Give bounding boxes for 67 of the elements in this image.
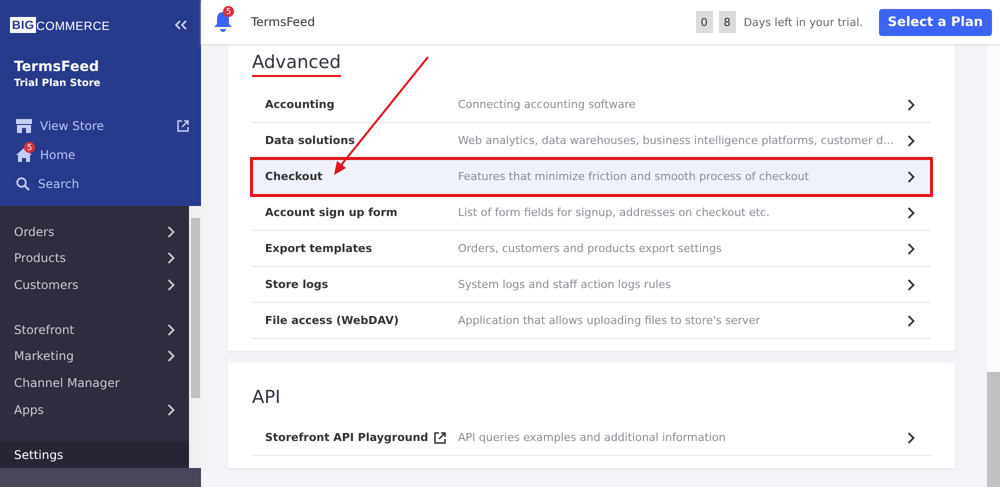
row-description: Features that minimize friction and smooth process of checkout	[458, 170, 810, 183]
settings-row[interactable]: Store logs System logs and staff action logs rules	[252, 267, 931, 303]
bell-icon[interactable]	[213, 10, 233, 32]
row-description: Orders, customers and products export settings	[458, 242, 723, 255]
row-label: Storefront API Playground	[265, 431, 428, 444]
notification-badge: 5	[223, 6, 234, 17]
row-label: Export templates	[265, 242, 372, 255]
sidebar-item[interactable]: Settings	[0, 441, 189, 468]
chevron-icon	[907, 314, 915, 326]
trial-counter-digit: 0	[696, 11, 713, 33]
row-label: Data solutions	[265, 134, 355, 147]
chevron-icon	[907, 206, 915, 218]
chevron-icon	[907, 98, 915, 110]
row-label: File access (WebDAV)	[265, 314, 399, 327]
settings-row[interactable]: Export templates Orders, customers and products export settings	[252, 231, 931, 267]
chevron-icon	[907, 170, 915, 182]
row-label: Account sign up form	[265, 206, 398, 219]
external-link-icon[interactable]	[434, 432, 446, 444]
sidebar-item[interactable]: Channel Manager	[0, 370, 189, 396]
sidebar-link[interactable]: Home	[40, 148, 189, 162]
sidebar-item[interactable]: Marketing	[0, 343, 189, 370]
trial-text: Days left in your trial.	[744, 16, 863, 28]
row-description: Connecting accounting software	[458, 98, 637, 111]
select-plan-button[interactable]: Select a Plan	[878, 8, 992, 36]
collapse-icon[interactable]	[175, 20, 187, 30]
sidebar-item[interactable]: Products	[0, 245, 189, 272]
row-description: Web analytics, data warehouses, business intelligence platforms, customer d...	[458, 134, 895, 147]
row-label: Store logs	[265, 278, 328, 291]
settings-row[interactable]: File access (WebDAV) Application that allows uploading files to store's server	[252, 303, 931, 339]
sidebar-item[interactable]: Orders	[0, 218, 189, 246]
chevron-icon	[907, 242, 915, 254]
store-icon	[16, 118, 32, 133]
row-description: List of form fields for signup, addresses on checkout etc.	[458, 206, 771, 219]
row-description: System logs and staff action logs rules	[458, 278, 672, 291]
search-icon	[16, 176, 30, 191]
sidebar-link[interactable]: View Store	[40, 118, 169, 133]
notification-badge: 5	[24, 142, 35, 154]
settings-row[interactable]: Accounting Connecting accounting software	[252, 87, 931, 123]
row-description: Application that allows uploading files to store's server	[458, 314, 761, 327]
settings-row[interactable]: Checkout Features that minimize friction and smooth process of checkout	[252, 159, 931, 195]
chevron-icon	[167, 279, 175, 292]
row-description: API queries examples and additional information	[458, 431, 727, 444]
chevron-icon	[167, 252, 175, 264]
chevron-icon	[167, 226, 175, 238]
row-label: Accounting	[265, 98, 335, 111]
settings-row[interactable]: Account sign up form List of form fields for signup, addresses on checkout etc.	[252, 195, 931, 231]
store-name: TermsFeed	[251, 15, 316, 29]
trial-counter-digit: 8	[718, 11, 736, 33]
section-title: Advanced	[252, 52, 341, 77]
row-label: Checkout	[265, 170, 323, 183]
store-name: TermsFeed	[14, 59, 100, 76]
chevron-icon	[167, 350, 175, 362]
sidebar-link[interactable]: Search	[38, 176, 189, 191]
chevron-icon	[167, 324, 175, 336]
chevron-icon	[907, 278, 915, 290]
store-plan: Trial Plan Store	[14, 78, 102, 90]
bigcommerce-logo: BIG COMMERCE	[10, 17, 110, 34]
scrollbar-thumb[interactable]	[190, 218, 200, 398]
chevron-icon	[907, 432, 915, 444]
sidebar-item[interactable]: Customers	[0, 272, 189, 298]
chevron-icon	[167, 404, 175, 416]
chevron-icon	[907, 134, 915, 146]
scrollbar-thumb[interactable]	[987, 372, 1000, 487]
section-title: API	[252, 387, 280, 410]
sidebar-item[interactable]: Apps	[0, 396, 189, 424]
sidebar-item[interactable]: Storefront	[0, 316, 189, 344]
settings-row[interactable]: Storefront API Playground API queries examples and additional information	[252, 420, 931, 456]
